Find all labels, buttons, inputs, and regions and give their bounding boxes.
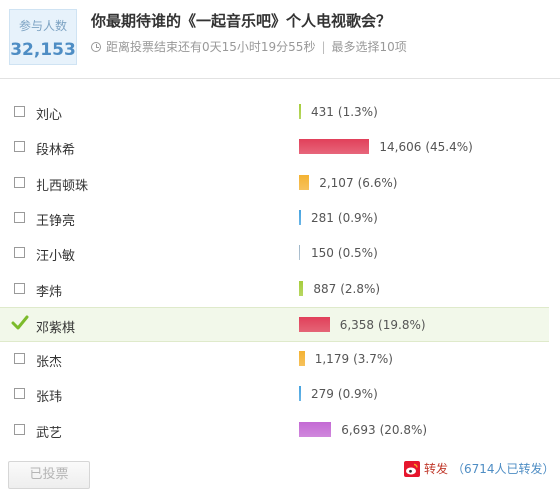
vote-bar [299,421,332,437]
vote-bar [299,386,301,402]
poll-option-row[interactable]: 张杰 1,179 (3.7%) [0,342,549,377]
share-link[interactable]: 转发 （6714人已转发） [404,460,555,477]
option-name: 李炜 [36,284,63,300]
vote-stat: 2,107 (6.6%) [319,176,397,190]
vote-stat: 281 (0.9%) [311,211,378,225]
poll-option-row[interactable]: 段林希 14,606 (45.4%) [0,130,549,165]
option-checkbox[interactable] [14,353,25,365]
vote-stat: 150 (0.5%) [311,246,378,260]
share-label[interactable]: 转发 [424,460,448,477]
option-checkbox[interactable] [14,282,25,294]
vote-bar [299,139,370,155]
vote-count: 6,358 [339,317,375,332]
option-name: 汪小敏 [36,249,76,265]
vote-stat: 887 (2.8%) [313,282,380,296]
vote-bar [299,280,304,296]
vote-count: 281 [311,210,334,225]
option-checkbox[interactable] [14,423,25,435]
option-checkbox[interactable] [14,106,25,117]
vote-bar [299,104,301,119]
vote-percent: (45.4%) [425,140,473,155]
vote-stat: 431 (1.3%) [311,105,378,119]
header-divider [0,78,560,79]
option-name: 邓紫棋 [36,320,76,336]
vote-stat: 14,606 (45.4%) [379,140,472,154]
option-checkbox[interactable] [14,388,25,400]
participant-count-label: 参与人数 [18,19,67,33]
vote-stat: 1,179 (3.7%) [315,352,393,366]
option-checkbox[interactable] [14,211,25,223]
vote-percent: (2.8%) [340,281,381,296]
option-name: 张杰 [36,355,63,371]
poll-option-row[interactable]: 邓紫棋 6,358 (19.8%) [0,306,549,342]
option-checkbox[interactable] [14,247,25,259]
vote-stat: 279 (0.9%) [311,387,378,401]
poll-option-row[interactable]: 张玮 279 (0.9%) [0,377,549,412]
vote-percent: (19.8%) [378,317,426,332]
clock-icon [91,41,101,52]
vote-count: 279 [311,387,334,402]
option-name: 张玮 [36,390,63,406]
option-name: 扎西顿珠 [36,178,89,194]
option-name: 刘心 [36,108,63,123]
vote-percent: (0.9%) [337,210,378,225]
option-checkbox[interactable] [14,141,25,153]
poll-option-row[interactable]: 汪小敏 150 (0.5%) [0,236,549,271]
share-count: （6714人已转发） [452,462,555,476]
vote-count: 6,693 [341,422,376,437]
vote-stat: 6,693 (20.8%) [341,423,427,437]
vote-bar [299,209,301,225]
vote-bar [299,245,300,261]
vote-percent: (20.8%) [379,422,428,437]
vote-count: 14,606 [379,140,422,155]
vote-stat: 6,358 (19.8%) [340,318,426,332]
voted-button[interactable]: 已投票 [8,461,90,489]
vote-count: 1,179 [314,352,350,367]
poll-option-row[interactable]: 王铮亮 281 (0.9%) [0,201,549,236]
vote-count: 2,107 [319,175,354,190]
vote-percent: (6.6%) [357,175,398,190]
poll-info-line: 距离投票结束还有0天15小时19分55秒 | 最多选择10项 [91,38,407,55]
vote-percent: (0.9%) [337,387,378,402]
checkmark-icon[interactable] [11,314,29,332]
info-separator: | [321,39,326,54]
vote-bar [299,174,310,190]
option-name: 段林希 [36,143,76,159]
weibo-icon [404,460,420,477]
poll-title: 你最期待谁的《一起音乐吧》个人电视歌会？ [91,12,392,30]
participant-count-box: 参与人数 32,153 [9,9,77,65]
poll-option-row[interactable]: 李炜 887 (2.8%) [0,272,549,307]
option-name: 武艺 [36,425,63,441]
poll-option-row[interactable]: 刘心 431 (1.3%) [0,95,549,130]
option-checkbox[interactable] [14,176,25,188]
vote-count: 887 [313,281,337,296]
countdown-text: 距离投票结束还有0天15小时19分55秒 [106,40,316,54]
participant-count-value: 32,153 [10,40,76,60]
vote-percent: (1.3%) [337,105,378,119]
vote-percent: (3.7%) [353,352,393,367]
vote-count: 150 [311,246,334,261]
option-name: 王铮亮 [36,213,76,229]
poll-option-row[interactable]: 扎西顿珠 2,107 (6.6%) [0,166,549,201]
poll-option-row[interactable]: 武艺 6,693 (20.8%) [0,413,549,448]
max-choice-text: 最多选择10项 [331,40,407,54]
vote-bar [299,316,330,332]
vote-bar [299,351,305,367]
vote-count: 431 [311,105,334,119]
vote-percent: (0.5%) [337,246,378,261]
